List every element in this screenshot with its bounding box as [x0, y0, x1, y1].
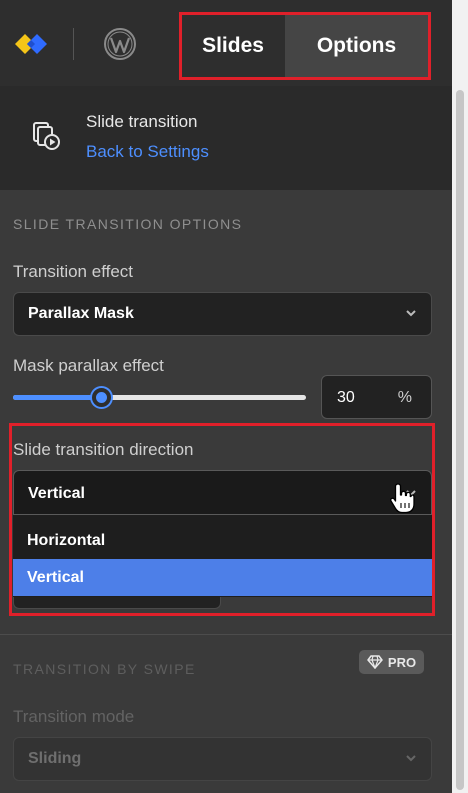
direction-label: Slide transition direction [13, 440, 194, 459]
direction-dropdown-list: Horizontal Vertical [13, 515, 432, 597]
section-title-transition-by-swipe: TRANSITION BY SWIPE [13, 661, 196, 677]
app-logo-icon[interactable] [13, 28, 49, 60]
tab-slides[interactable]: Slides [181, 14, 285, 78]
underlying-control-edge [13, 597, 221, 609]
tab-options[interactable]: Options [285, 14, 428, 78]
section-divider [0, 634, 452, 635]
dropdown-option-vertical[interactable]: Vertical [13, 559, 432, 596]
slider-thumb[interactable] [92, 388, 111, 407]
pro-badge-label: PRO [387, 654, 417, 670]
mask-parallax-slider[interactable] [13, 388, 306, 407]
mask-parallax-unit: % [397, 389, 412, 406]
hand-pointer-icon [390, 483, 415, 514]
slide-transition-icon [33, 122, 60, 150]
transition-mode-label: Transition mode [13, 707, 135, 726]
transition-effect-value: Parallax Mask [28, 305, 134, 322]
panel-header: Slide transition Back to Settings [0, 86, 452, 190]
diamond-icon [367, 655, 383, 669]
section-title-transition-options: SLIDE TRANSITION OPTIONS [13, 216, 243, 232]
vertical-scrollbar[interactable] [452, 0, 468, 793]
back-to-settings-link[interactable]: Back to Settings [86, 142, 209, 162]
slider-fill [13, 395, 101, 400]
transition-effect-label: Transition effect [13, 262, 134, 281]
header-title: Slide transition [86, 112, 198, 131]
wordpress-icon[interactable] [103, 27, 137, 61]
pro-badge[interactable]: PRO [359, 650, 424, 674]
mask-parallax-label: Mask parallax effect [13, 356, 164, 375]
transition-effect-select[interactable]: Parallax Mask [13, 292, 432, 336]
scrollbar-thumb[interactable] [456, 90, 464, 790]
logo-divider [73, 28, 74, 60]
mask-parallax-input[interactable]: 30 % [321, 375, 432, 419]
transition-mode-select[interactable]: Sliding [13, 737, 432, 781]
transition-mode-value: Sliding [28, 750, 82, 767]
dropdown-option-horizontal[interactable]: Horizontal [13, 522, 432, 559]
chevron-down-icon [406, 755, 416, 762]
direction-select-value: Vertical [28, 485, 85, 502]
chevron-down-icon [406, 310, 416, 317]
direction-select[interactable]: Vertical [13, 470, 432, 515]
mask-parallax-value: 30 [337, 389, 355, 406]
top-bar: Slides Options [0, 0, 452, 86]
